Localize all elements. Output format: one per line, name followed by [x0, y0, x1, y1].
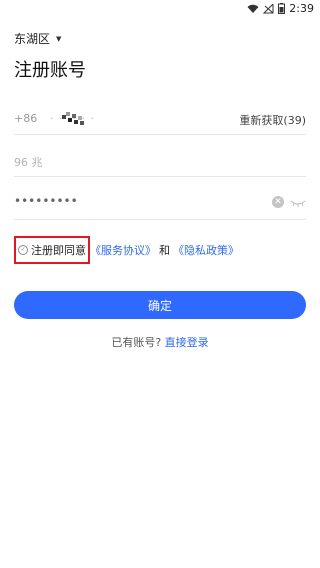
- status-bar: 2:39: [0, 0, 320, 18]
- check-circle-icon[interactable]: ✓: [18, 245, 28, 255]
- region-selector[interactable]: 东湖区 ▼: [14, 30, 61, 47]
- region-label: 东湖区: [14, 32, 51, 46]
- login-prompt-row: 已有账号? 直接登录: [0, 334, 320, 350]
- eye-closed-icon[interactable]: [290, 196, 306, 208]
- battery-icon: [278, 3, 286, 14]
- divider: [14, 219, 306, 220]
- privacy-policy-link[interactable]: 《隐私政策》: [173, 242, 239, 258]
- clock: 2:39: [289, 2, 314, 15]
- agreement-row: ✓ 注册即同意 《服务协议》 和 《隐私政策》: [14, 236, 239, 264]
- country-code[interactable]: +86: [14, 112, 37, 125]
- clear-icon[interactable]: ✕: [272, 196, 284, 208]
- code-input[interactable]: 96 兆: [14, 154, 43, 170]
- phone-field[interactable]: +86 · · ···· · 重新获取(39): [14, 110, 306, 130]
- divider: [14, 134, 306, 135]
- service-agreement-link[interactable]: 《服务协议》: [90, 242, 156, 258]
- page-title: 注册账号: [14, 60, 86, 81]
- agreement-and: 和: [159, 244, 170, 257]
- confirm-button[interactable]: 确定: [14, 291, 306, 319]
- divider: [14, 176, 306, 177]
- login-prompt: 已有账号?: [111, 336, 162, 349]
- pixelated-mask: [62, 112, 84, 125]
- wifi-icon: [247, 4, 259, 13]
- caret-down-icon: ▼: [56, 34, 62, 43]
- signal-off-icon: [263, 3, 274, 13]
- status-icons: 2:39: [247, 2, 314, 15]
- login-link[interactable]: 直接登录: [165, 336, 209, 349]
- resend-code-button[interactable]: 重新获取(39): [239, 112, 306, 128]
- agreement-prefix: 注册即同意: [31, 244, 86, 257]
- password-input[interactable]: •••••••••: [14, 194, 78, 208]
- agreement-highlight[interactable]: ✓ 注册即同意: [14, 236, 90, 264]
- password-field[interactable]: ••••••••• ✕: [14, 194, 306, 214]
- code-field[interactable]: 96 兆: [14, 152, 306, 172]
